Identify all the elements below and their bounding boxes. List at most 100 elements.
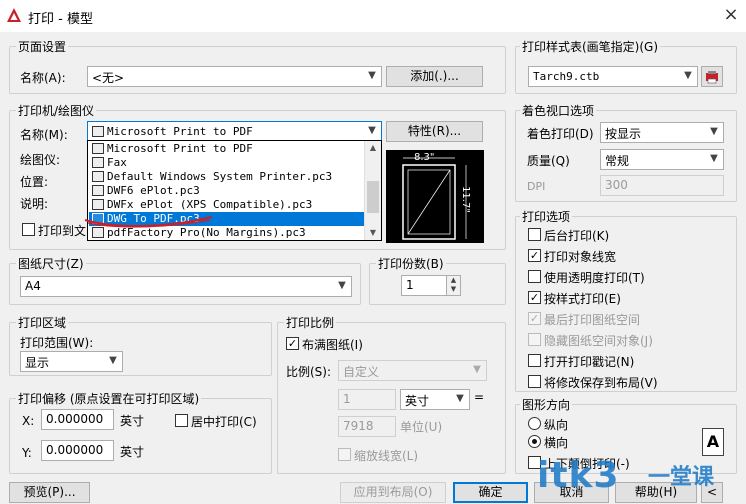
plot-range-select[interactable]: 显示 ▼ xyxy=(20,351,123,372)
scrollbar-thumb[interactable] xyxy=(367,181,379,213)
plot-option-label: 按样式打印(E) xyxy=(544,292,621,306)
window-title: 打印 - 模型 xyxy=(28,12,93,27)
paper-size-select[interactable]: A4 ▼ xyxy=(20,276,352,297)
scale-select[interactable]: 自定义 ▼ xyxy=(338,360,487,381)
preview-button[interactable]: 预览(P)... xyxy=(9,482,90,503)
landscape-radio[interactable] xyxy=(528,435,541,448)
quality-select[interactable]: 常规 ▼ xyxy=(600,149,724,170)
chevron-down-icon: ▼ xyxy=(473,364,481,375)
printer-option[interactable]: DWFx ePlot (XPS Compatible).pc3 xyxy=(89,198,364,212)
scale-unit-select[interactable]: 英寸 ▼ xyxy=(400,389,470,410)
page-setup-name-select[interactable]: <无> ▼ xyxy=(87,66,382,87)
paper-size-group-label: 图纸尺寸(Z) xyxy=(16,255,86,272)
printer-option-label: DWFx ePlot (XPS Compatible).pc3 xyxy=(107,198,313,211)
scale-lineweights-label: 缩放线宽(L) xyxy=(354,449,419,463)
copies-spinner[interactable]: ▲ ▼ xyxy=(446,276,460,295)
location-label: 位置: xyxy=(20,175,49,189)
plot-option-checkbox[interactable] xyxy=(528,228,541,241)
fit-to-paper-checkbox[interactable]: ✓ xyxy=(286,337,299,350)
watermark-subtitle: 一堂课 xyxy=(648,465,715,490)
apply-to-layout-button[interactable]: 应用到布局(O) xyxy=(340,482,446,503)
printer-option[interactable]: Default Windows System Printer.pc3 xyxy=(89,170,364,184)
printer-option[interactable]: Microsoft Print to PDF xyxy=(89,142,364,156)
chevron-down-icon[interactable]: ▼ xyxy=(365,226,381,240)
plot-option-checkbox[interactable]: ✓ xyxy=(528,249,541,262)
portrait-radio[interactable] xyxy=(528,417,541,430)
plot-range-value: 显示 xyxy=(25,356,50,370)
chevron-up-icon[interactable]: ▲ xyxy=(447,276,460,285)
quality-value: 常规 xyxy=(605,154,630,168)
plot-style-value: Tarch9.ctb xyxy=(533,70,600,83)
copies-input[interactable]: 1 ▲ ▼ xyxy=(401,275,461,296)
plot-option-label: 打开打印戳记(N) xyxy=(544,355,635,369)
title-bar xyxy=(0,0,746,32)
edit-plot-style-button[interactable] xyxy=(701,66,723,87)
printer-option[interactable]: DWF6 ePlot.pc3 xyxy=(89,184,364,198)
plot-option-checkbox[interactable] xyxy=(528,354,541,367)
quality-label: 质量(Q) xyxy=(527,154,570,168)
plot-option-checkbox[interactable] xyxy=(528,333,541,346)
chevron-down-icon: ▼ xyxy=(710,153,718,164)
scale-denominator-input[interactable]: 7918 xyxy=(338,416,396,437)
page-setup-name-value: <无> xyxy=(92,71,125,85)
page-setup-name-label: 名称(A): xyxy=(20,71,66,85)
offset-x-input[interactable]: 0.000000 xyxy=(41,409,114,430)
printer-icon xyxy=(92,185,104,196)
scale-numerator-input[interactable]: 1 xyxy=(338,389,396,410)
dropdown-scrollbar[interactable]: ▲ ▼ xyxy=(364,141,381,240)
printer-properties-button[interactable]: 特性(R)... xyxy=(386,121,483,142)
printer-name-select[interactable]: Microsoft Print to PDF ▼ xyxy=(87,121,382,142)
printer-option-label: Default Windows System Printer.pc3 xyxy=(107,170,333,183)
offset-x-unit: 英寸 xyxy=(120,414,145,428)
paper-preview: 8.3" 11.7" xyxy=(386,150,484,243)
plot-option-label: 使用透明度打印(T) xyxy=(544,271,645,285)
description-label: 说明: xyxy=(20,197,49,211)
printer-option[interactable]: Fax xyxy=(89,156,364,170)
print-to-file-label: 打印到文 xyxy=(38,224,87,238)
printer-name-label: 名称(M): xyxy=(20,128,68,142)
orientation-preview-icon: A xyxy=(702,428,724,456)
paper-height-label: 11.7" xyxy=(459,186,471,213)
plot-option-checkbox[interactable] xyxy=(528,270,541,283)
plot-area-group-label: 打印区域 xyxy=(16,314,69,331)
plot-option-checkbox[interactable] xyxy=(528,375,541,388)
scale-label: 比例(S): xyxy=(286,365,332,379)
dpi-label: DPI xyxy=(527,180,546,193)
dpi-input[interactable]: 300 xyxy=(600,175,724,196)
center-plot-checkbox[interactable] xyxy=(175,414,188,427)
shade-plot-value: 按显示 xyxy=(605,127,642,141)
plot-style-select[interactable]: Tarch9.ctb ▼ xyxy=(528,66,698,87)
orientation-group-label: 图形方向 xyxy=(520,396,573,413)
add-page-setup-button[interactable]: 添加(.)... xyxy=(386,66,483,87)
printer-icon xyxy=(92,157,104,168)
shade-plot-select[interactable]: 按显示 ▼ xyxy=(600,122,724,143)
scale-denominator-unit: 单位(U) xyxy=(400,420,443,434)
offset-x-label: X: xyxy=(22,414,35,428)
autocad-app-icon xyxy=(7,8,21,22)
equals-sign: = xyxy=(474,390,485,404)
plot-scale-group-label: 打印比例 xyxy=(284,314,337,331)
plot-options-group-label: 打印选项 xyxy=(520,208,573,225)
offset-y-unit: 英寸 xyxy=(120,445,145,459)
scale-value: 自定义 xyxy=(343,365,380,379)
chevron-down-icon[interactable]: ▼ xyxy=(447,285,460,294)
plot-style-edit-icon xyxy=(706,71,718,84)
chevron-down-icon: ▼ xyxy=(368,70,376,81)
print-to-file-checkbox[interactable] xyxy=(22,223,35,236)
landscape-label: 横向 xyxy=(544,436,569,450)
plot-option-label: 将修改保存到布局(V) xyxy=(544,376,658,390)
fit-to-paper-label: 布满图纸(I) xyxy=(302,338,363,352)
ok-button[interactable]: 确定 xyxy=(453,482,528,503)
close-icon[interactable]: × xyxy=(722,6,740,24)
chevron-down-icon: ▼ xyxy=(109,355,117,366)
shade-plot-label: 着色打印(D) xyxy=(527,127,594,141)
printer-icon xyxy=(92,143,104,154)
printer-icon xyxy=(92,199,104,210)
chevron-up-icon[interactable]: ▲ xyxy=(365,141,381,155)
plot-option-checkbox[interactable]: ✓ xyxy=(528,291,541,304)
offset-y-input[interactable]: 0.000000 xyxy=(41,440,114,461)
chevron-down-icon: ▼ xyxy=(456,393,464,404)
red-annotation-stroke xyxy=(84,216,213,228)
scale-lineweights-checkbox[interactable] xyxy=(338,448,351,461)
plot-option-checkbox[interactable]: ✓ xyxy=(528,312,541,325)
